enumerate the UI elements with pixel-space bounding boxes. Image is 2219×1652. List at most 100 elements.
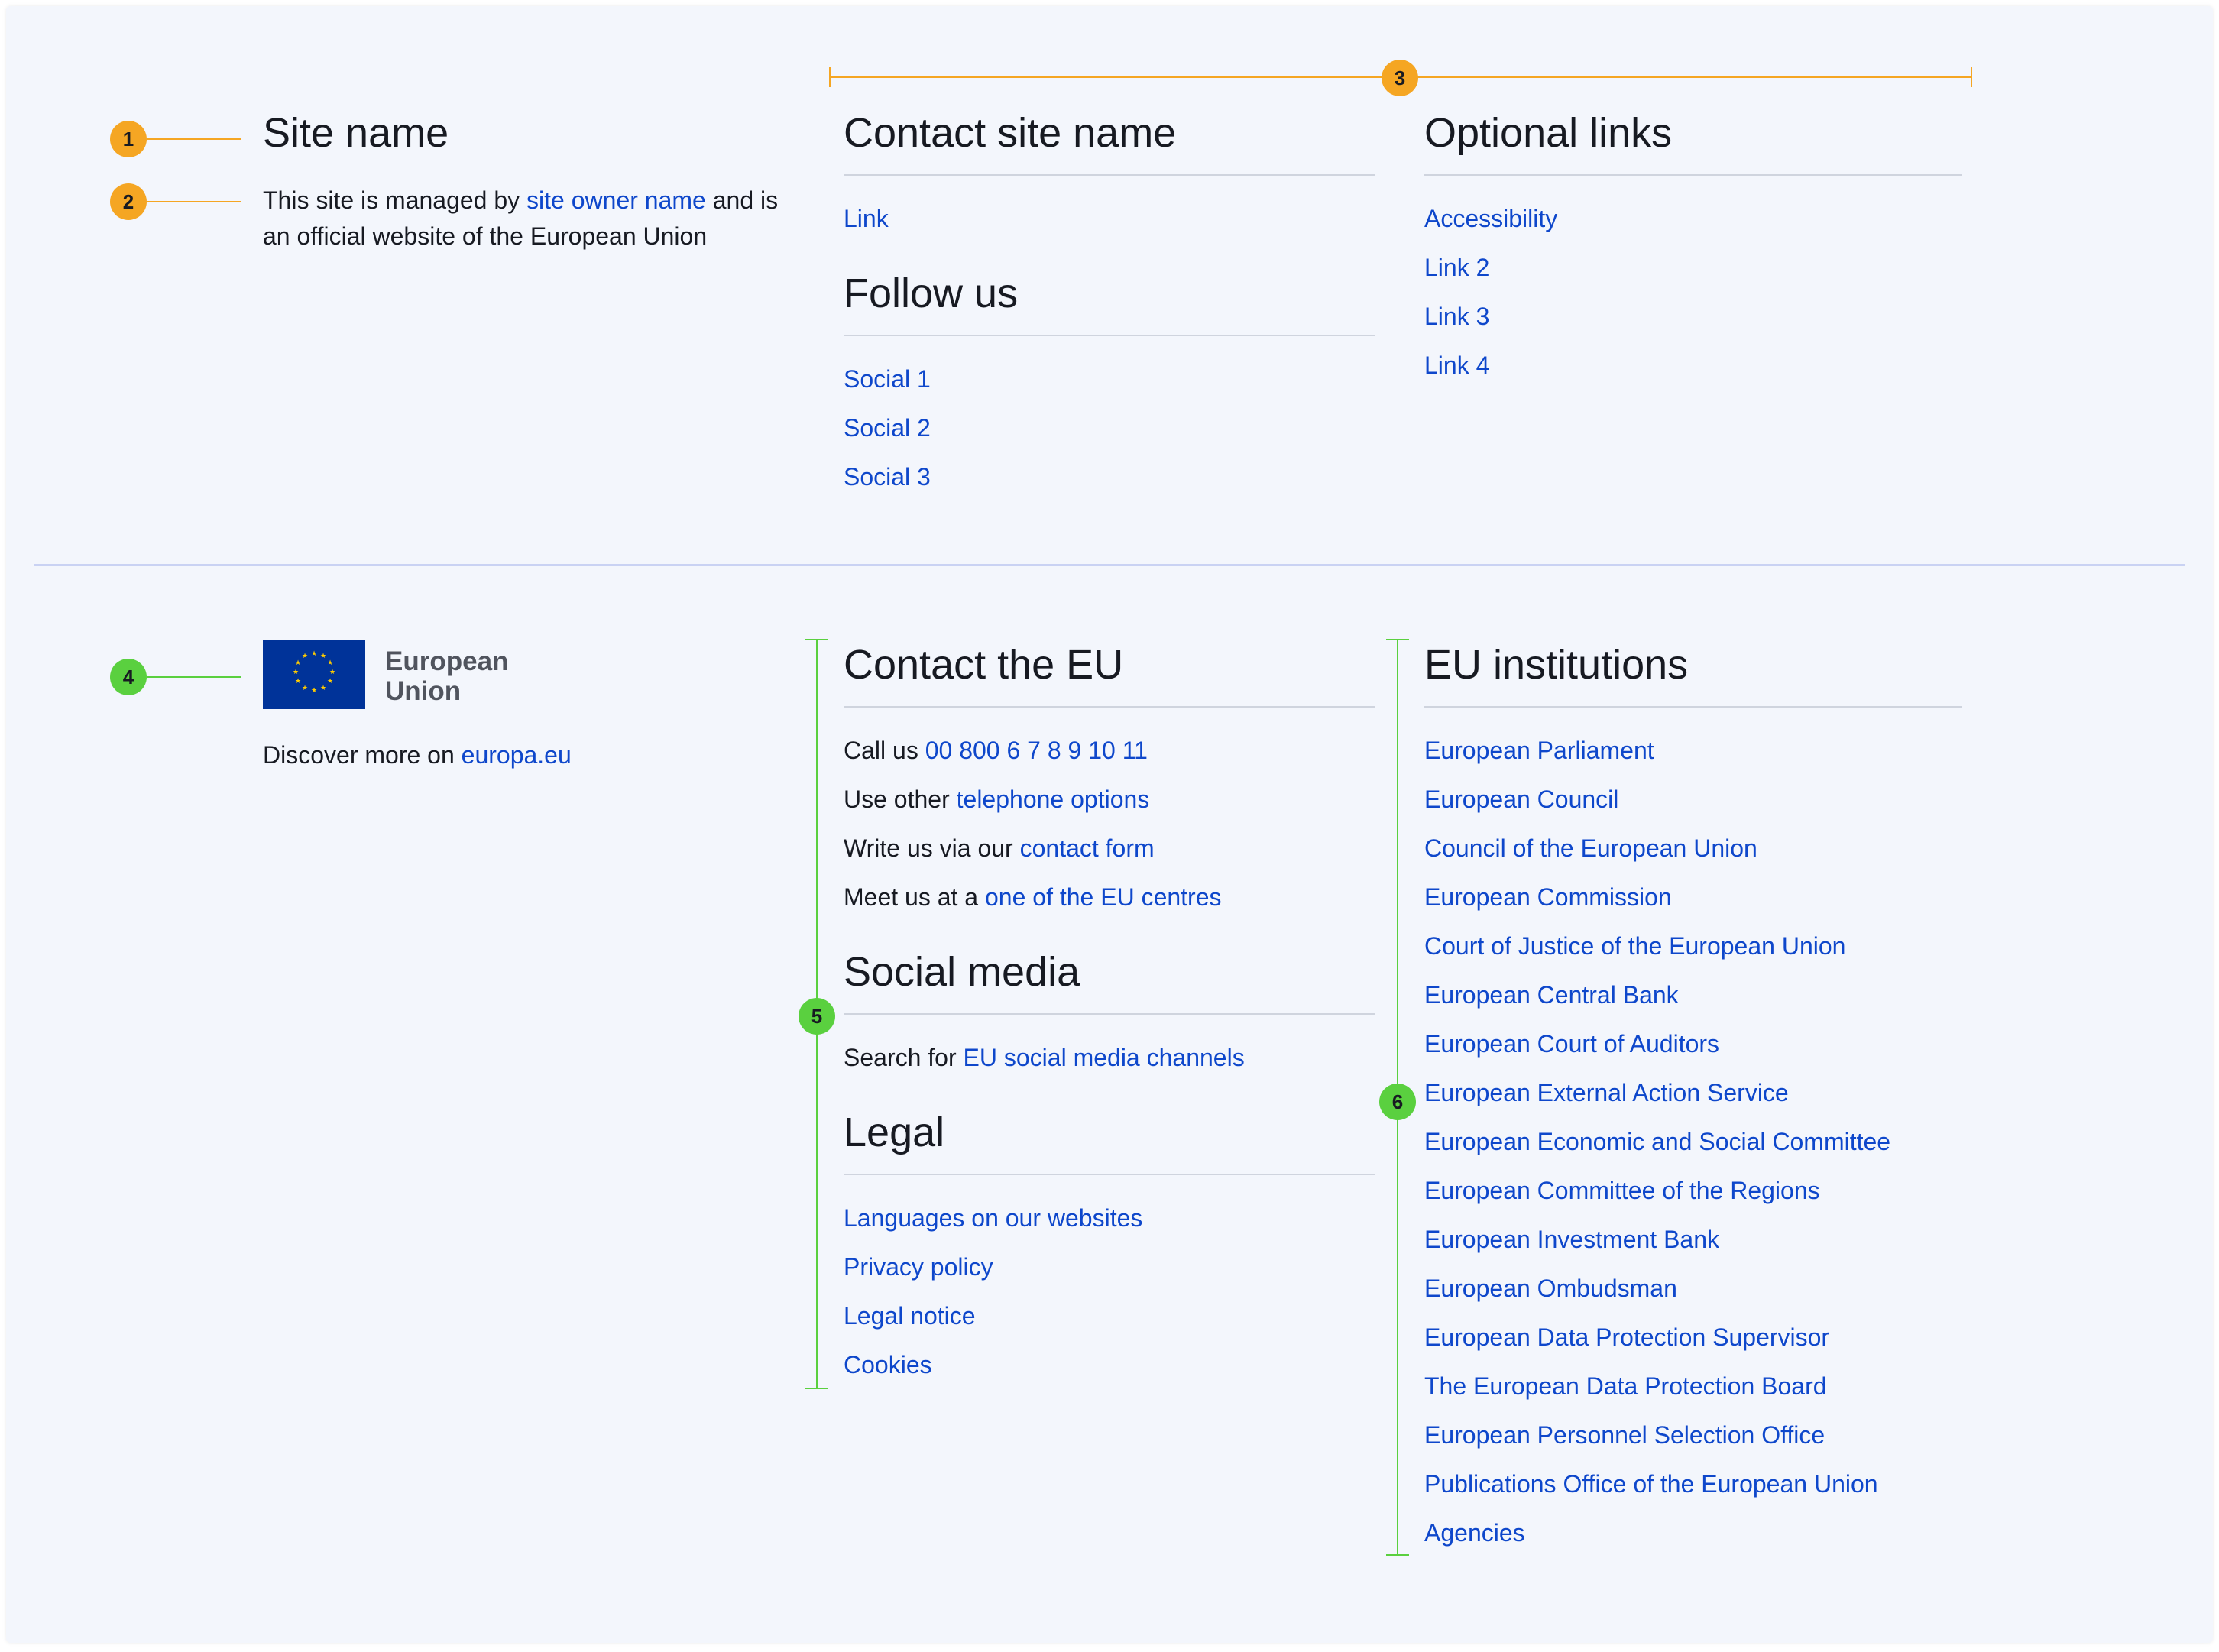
accessibility-link[interactable]: Accessibility: [1424, 205, 1557, 232]
site-official-line: an official website of the European Unio…: [263, 222, 708, 250]
site-owner-link[interactable]: site owner name: [526, 186, 706, 214]
institution-link[interactable]: European Central Bank: [1424, 981, 1679, 1009]
optional-link-4[interactable]: Link 4: [1424, 351, 1489, 379]
annotation-connector-1: [147, 138, 241, 140]
institution-link[interactable]: Court of Justice of the European Union: [1424, 932, 1845, 960]
eu-centres-link[interactable]: one of the EU centres: [985, 883, 1222, 911]
institution-link[interactable]: The European Data Protection Board: [1424, 1372, 1827, 1400]
institution-link[interactable]: European External Action Service: [1424, 1079, 1789, 1106]
social-link-1[interactable]: Social 1: [844, 365, 931, 393]
svg-text:★: ★: [302, 685, 308, 692]
social-media-divider: [844, 1013, 1375, 1015]
optional-link-3[interactable]: Link 3: [1424, 303, 1489, 330]
telephone-options-link[interactable]: telephone options: [957, 786, 1150, 813]
svg-text:★: ★: [320, 653, 326, 660]
page-canvas: 1 2 3 Site name This site is managed by …: [6, 6, 2213, 1643]
cookies-link[interactable]: Cookies: [844, 1351, 932, 1378]
social-media-channels-link[interactable]: EU social media channels: [964, 1044, 1245, 1071]
phone-number-link[interactable]: 00 800 6 7 8 9 10 11: [925, 737, 1148, 764]
legal-notice-link[interactable]: Legal notice: [844, 1302, 976, 1330]
annotation-badge-1: 1: [110, 121, 147, 157]
contact-eu-row-telephone: Use other telephone options: [844, 782, 1222, 831]
svg-text:★: ★: [329, 669, 335, 676]
institution-link[interactable]: Council of the European Union: [1424, 834, 1757, 862]
contact-eu-divider: [844, 706, 1375, 708]
institution-link[interactable]: European Personnel Selection Office: [1424, 1421, 1825, 1449]
contact-eu-list: Call us 00 800 6 7 8 9 10 11 Use other t…: [844, 734, 1222, 929]
contact-eu-title: Contact the EU: [844, 642, 1124, 688]
annotation-badge-5: 5: [799, 998, 835, 1035]
eu-institutions-title: EU institutions: [1424, 642, 1689, 688]
section-separator: [34, 564, 2185, 566]
contact-eu-row-write: Write us via our contact form: [844, 831, 1222, 880]
social-link-3[interactable]: Social 3: [844, 463, 931, 491]
institution-link[interactable]: European Court of Auditors: [1424, 1030, 1719, 1058]
svg-text:★: ★: [320, 685, 326, 692]
contact-site-links: Link: [844, 202, 889, 251]
optional-link-2[interactable]: Link 2: [1424, 254, 1489, 281]
site-managed-prefix: This site is managed by: [263, 186, 527, 214]
follow-us-divider: [844, 335, 1375, 336]
logo-text-line-1: European: [385, 646, 509, 676]
contact-eu-row-meet: Meet us at a one of the EU centres: [844, 880, 1222, 929]
annotation-bracket-3-right-cap: [1971, 67, 1972, 87]
svg-text:★: ★: [295, 678, 301, 685]
contact-site-link[interactable]: Link: [844, 205, 889, 232]
institution-link[interactable]: European Commission: [1424, 883, 1672, 911]
social-link-2[interactable]: Social 2: [844, 414, 931, 442]
write-us-label: Write us via our: [844, 834, 1020, 862]
annotation-bracket-3-left-cap: [829, 67, 831, 87]
annotation-connector-4: [147, 676, 241, 678]
optional-links-list: Accessibility Link 2 Link 3 Link 4: [1424, 202, 1557, 397]
institution-link[interactable]: European Data Protection Supervisor: [1424, 1323, 1829, 1351]
social-media-line: Search for EU social media channels: [844, 1041, 1245, 1074]
legal-divider: [844, 1174, 1375, 1175]
eu-flag-icon: ★ ★ ★ ★ ★ ★ ★ ★ ★ ★ ★ ★: [263, 640, 365, 709]
eu-institutions-links: European Parliament European Council Cou…: [1424, 734, 1890, 1565]
site-managed-suffix: and is: [705, 186, 779, 214]
annotation-bracket-6-top-cap: [1386, 639, 1409, 640]
contact-form-link[interactable]: contact form: [1020, 834, 1155, 862]
annotation-bracket-6-bottom-cap: [1386, 1554, 1409, 1556]
svg-text:★: ★: [302, 653, 308, 660]
search-for-label: Search for: [844, 1044, 964, 1071]
follow-us-title: Follow us: [844, 270, 1019, 316]
site-name-title: Site name: [263, 110, 449, 156]
contact-site-divider: [844, 174, 1375, 176]
svg-text:★: ★: [311, 687, 317, 695]
contact-site-title: Contact site name: [844, 110, 1177, 156]
institution-link[interactable]: European Parliament: [1424, 737, 1654, 764]
europa-link[interactable]: europa.eu: [462, 741, 572, 769]
institution-link[interactable]: Publications Office of the European Unio…: [1424, 1470, 1878, 1498]
call-us-label: Call us: [844, 737, 925, 764]
institution-link[interactable]: European Investment Bank: [1424, 1226, 1719, 1253]
institution-link[interactable]: European Ombudsman: [1424, 1275, 1677, 1302]
meet-us-label: Meet us at a: [844, 883, 985, 911]
site-managed-line: This site is managed by site owner name …: [263, 183, 778, 217]
european-union-logo[interactable]: ★ ★ ★ ★ ★ ★ ★ ★ ★ ★ ★ ★ European Union: [263, 637, 569, 714]
languages-link[interactable]: Languages on our websites: [844, 1204, 1142, 1232]
annotation-bracket-5-top-cap: [805, 639, 828, 640]
annotation-bracket-5-bottom-cap: [805, 1388, 828, 1389]
contact-eu-row-call: Call us 00 800 6 7 8 9 10 11: [844, 734, 1222, 782]
svg-text:★: ★: [293, 669, 299, 676]
discover-prefix: Discover more on: [263, 741, 462, 769]
annotation-badge-4: 4: [110, 659, 147, 695]
svg-text:★: ★: [295, 659, 301, 667]
legal-title: Legal: [844, 1109, 945, 1155]
privacy-policy-link[interactable]: Privacy policy: [844, 1253, 993, 1281]
svg-text:★: ★: [311, 650, 317, 658]
legal-links: Languages on our websites Privacy policy…: [844, 1201, 1142, 1397]
institution-link[interactable]: European Committee of the Regions: [1424, 1177, 1820, 1204]
institution-link[interactable]: European Economic and Social Committee: [1424, 1128, 1890, 1155]
eu-institutions-divider: [1424, 706, 1962, 708]
follow-us-links: Social 1 Social 2 Social 3: [844, 362, 931, 509]
annotation-connector-2: [147, 201, 241, 202]
annotation-badge-6: 6: [1379, 1084, 1416, 1120]
svg-text:★: ★: [327, 659, 333, 667]
discover-more-line: Discover more on europa.eu: [263, 738, 572, 772]
agencies-link[interactable]: Agencies: [1424, 1519, 1525, 1547]
optional-links-divider: [1424, 174, 1962, 176]
annotation-badge-2: 2: [110, 183, 147, 220]
institution-link[interactable]: European Council: [1424, 786, 1618, 813]
